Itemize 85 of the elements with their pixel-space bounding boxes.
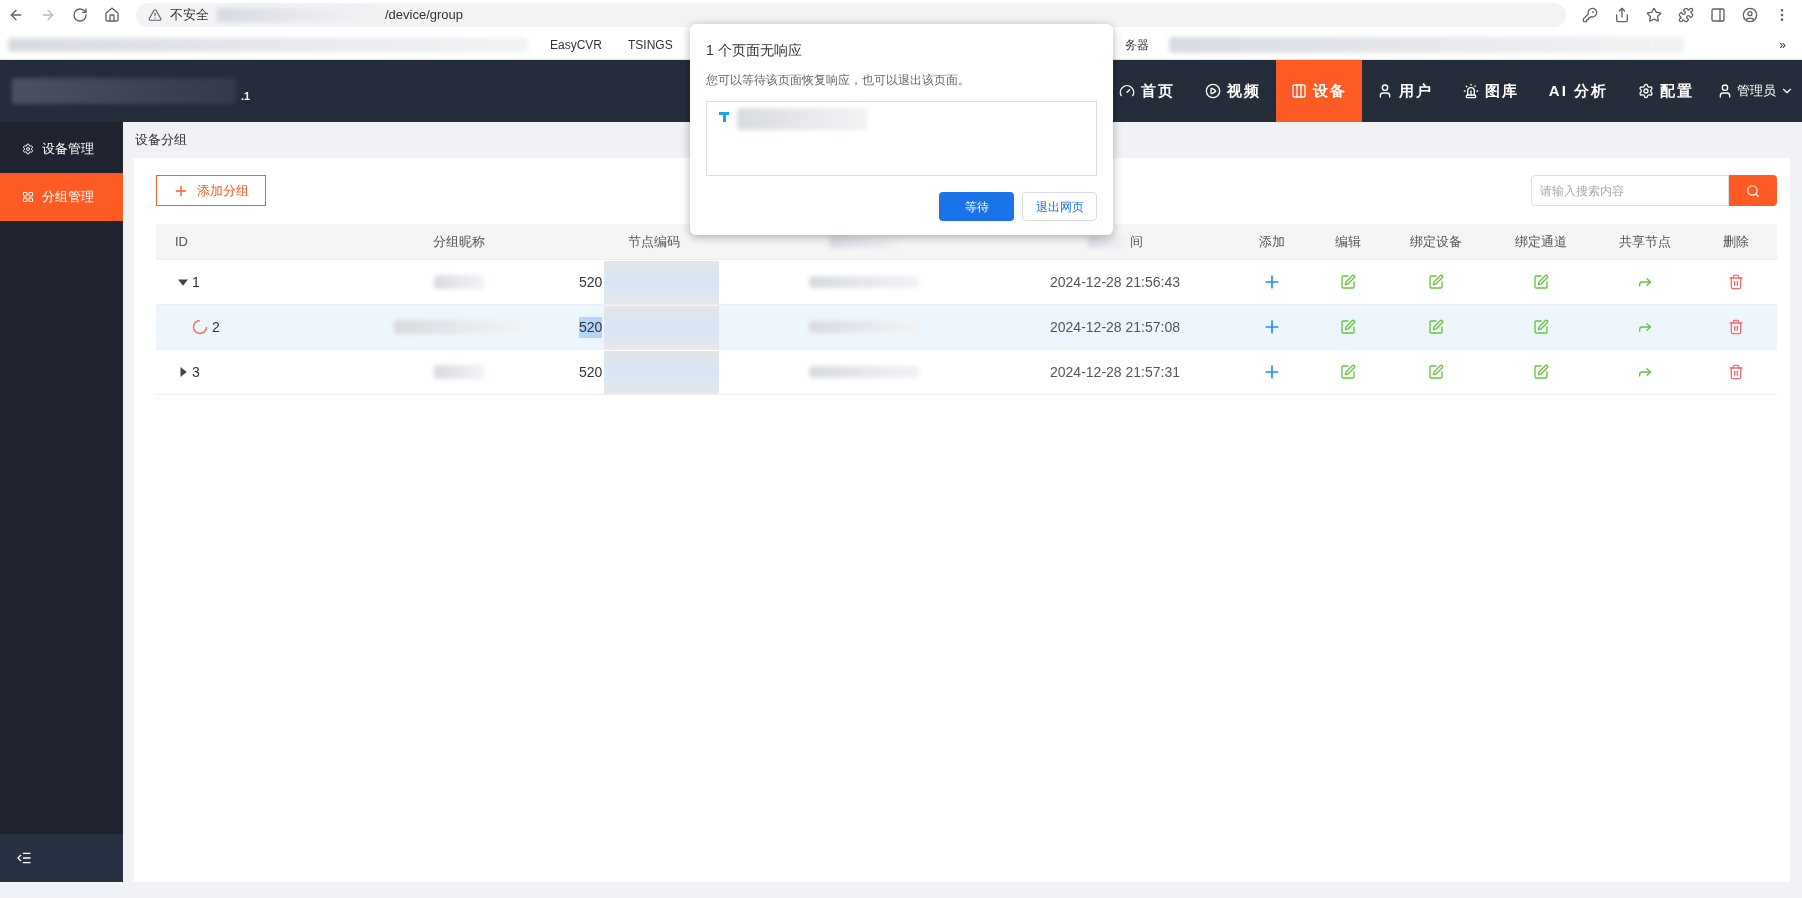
column-header: 节点编码	[628, 233, 680, 249]
edit-icon[interactable]	[1533, 364, 1549, 380]
nav-tab[interactable]: 首页	[1103, 60, 1190, 122]
redacted-block	[434, 275, 484, 289]
bookmark[interactable]: TSINGS	[622, 35, 673, 54]
dialog-title: 1 个页面无响应	[706, 41, 803, 60]
edit-icon[interactable]	[1428, 274, 1444, 290]
nav-tab[interactable]: AI 分析	[1533, 60, 1623, 122]
forward-icon[interactable]	[40, 7, 56, 23]
node-code: 520	[579, 362, 603, 382]
column-header: 编辑	[1335, 233, 1361, 249]
delete-icon[interactable]	[1728, 364, 1744, 380]
nav-tab[interactable]: 配置	[1623, 60, 1709, 122]
profile-icon[interactable]	[1742, 7, 1758, 23]
star-icon[interactable]	[1646, 7, 1662, 23]
back-icon[interactable]	[8, 7, 24, 23]
settings-icon	[22, 143, 34, 155]
play-icon	[1204, 83, 1221, 99]
share-icon[interactable]	[1614, 7, 1630, 23]
redacted-block	[434, 365, 484, 379]
exit-page-button[interactable]: 退出网页	[1022, 192, 1097, 221]
edit-icon[interactable]	[1533, 274, 1549, 290]
column-header: 间	[1129, 232, 1143, 251]
nav-tab[interactable]: 图库	[1447, 60, 1534, 122]
sidebar-item[interactable]: 设备管理	[0, 125, 123, 173]
gauge-icon	[1118, 83, 1135, 99]
column-header: 添加	[1259, 233, 1285, 249]
collapse-icon[interactable]	[16, 850, 32, 866]
edit-icon[interactable]	[1340, 274, 1356, 290]
breadcrumb: 设备分组	[135, 131, 187, 150]
settings-icon	[1638, 83, 1654, 99]
warning-icon	[148, 8, 162, 22]
edit-icon[interactable]	[1428, 364, 1444, 380]
bookmark[interactable]: 务器	[1124, 35, 1149, 54]
column-header: 绑定设备	[1410, 233, 1462, 249]
user-icon	[1717, 83, 1733, 99]
node-code: 520	[579, 272, 603, 292]
column-header: ID	[175, 233, 188, 249]
caret-icon[interactable]	[178, 277, 188, 287]
user-menu[interactable]: 管理员	[1709, 60, 1802, 122]
edit-icon[interactable]	[1428, 319, 1444, 335]
bookmark[interactable]: EasyCVR	[544, 35, 602, 54]
edit-icon[interactable]	[1340, 319, 1356, 335]
nav-tab[interactable]: 用户	[1361, 60, 1448, 122]
more-bookmarks[interactable]: »	[1779, 35, 1786, 54]
nav-tab[interactable]: 视频	[1189, 60, 1276, 122]
caret-icon[interactable]	[178, 367, 188, 377]
redacted-block	[1087, 235, 1128, 248]
wait-button[interactable]: 等待	[939, 192, 1014, 221]
table-row[interactable]: 1 520 2024-12-28 21:56:43	[156, 260, 1777, 305]
columns-icon	[1290, 83, 1307, 99]
search-field[interactable]: 请输入搜索内容	[1531, 175, 1729, 206]
node-code: 520	[579, 316, 603, 338]
column-header: 删除	[1723, 233, 1749, 249]
dialog-message: 您可以等待该页面恢复响应，也可以退出该页面。	[706, 72, 971, 89]
table-row[interactable]: 2 520 2024-12-28 21:57:08	[156, 305, 1777, 350]
delete-icon[interactable]	[1728, 274, 1744, 290]
id-text: 1	[192, 272, 200, 292]
home-icon[interactable]	[104, 7, 120, 23]
url-text: /device/group	[385, 6, 464, 25]
table-row[interactable]: 3 520 2024-12-28 21:57:31	[156, 350, 1777, 395]
site-title: .1	[241, 88, 251, 104]
column-header: 共享节点	[1619, 233, 1671, 249]
time-cell: 2024-12-28 21:57:31	[1050, 363, 1180, 380]
address-bar[interactable]: 不安全 /device/group	[136, 3, 1566, 27]
time-cell: 2024-12-28 21:57:08	[1050, 318, 1180, 335]
id-text: 2	[212, 317, 220, 337]
extensions-icon[interactable]	[1678, 7, 1694, 23]
column-header: 分组昵称	[433, 233, 485, 249]
key-icon[interactable]	[1582, 7, 1598, 23]
edit-icon[interactable]	[1340, 364, 1356, 380]
redacted-block	[829, 235, 899, 248]
reload-icon[interactable]	[72, 7, 88, 23]
search-button[interactable]	[1729, 175, 1777, 206]
side-panel-icon[interactable]	[1710, 7, 1726, 23]
t-logo-icon	[719, 112, 729, 122]
search-icon	[1746, 183, 1760, 198]
edit-icon[interactable]	[1533, 319, 1549, 335]
security-label: 不安全	[170, 6, 209, 25]
delete-icon[interactable]	[1728, 319, 1744, 335]
column-header: 绑定通道	[1515, 233, 1567, 249]
grid-icon	[22, 191, 34, 203]
siren-icon	[1462, 83, 1479, 99]
time-cell: 2024-12-28 21:56:43	[1050, 273, 1180, 290]
id-text: 3	[192, 362, 200, 382]
